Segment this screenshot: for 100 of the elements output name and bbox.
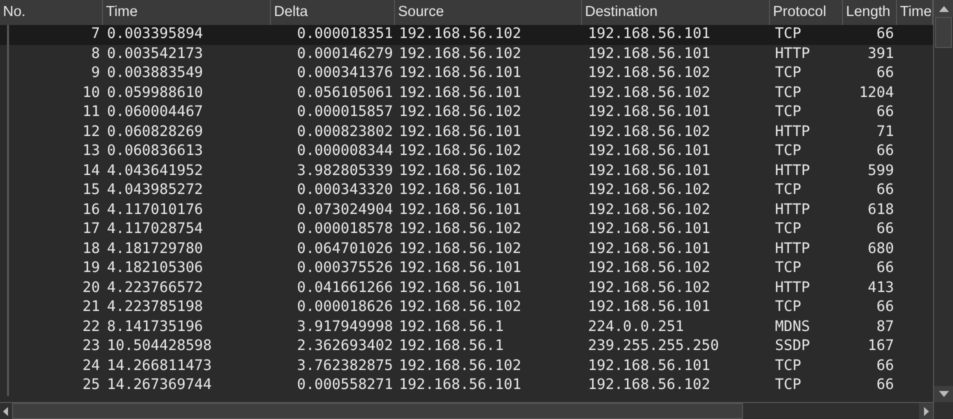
table-cell-text: 4.181729780 — [106, 240, 204, 259]
table-cell-text: 66 — [876, 142, 895, 162]
packet-row[interactable]: 7 0.003395894 0.000018351 192.168.56.102 192.168.56.101 TCP 66 — [0, 25, 933, 44]
table-cell-text: 618 — [866, 200, 895, 220]
horizontal-scrollbar-thumb[interactable] — [12, 403, 743, 419]
table-cell-text: 0.060836613 — [106, 142, 204, 162]
table-cell-text: 0.003542173 — [106, 44, 204, 64]
table-cell-text: 8 — [90, 44, 101, 64]
table-cell-text: SSDP — [774, 337, 811, 356]
table-cell-text: 0.000558271 — [296, 376, 394, 396]
table-cell-text: TCP — [774, 220, 802, 240]
table-cell-text: 23 — [82, 337, 101, 356]
table-cell-text: 18 — [82, 240, 101, 259]
table-cell-text: 0.000375526 — [296, 259, 394, 278]
table-cell-text: 71 — [876, 122, 895, 142]
table-cell-text: TCP — [774, 103, 802, 122]
table-cell-text: 192.168.56.102 — [587, 376, 712, 396]
table-cell-text: 0.000146279 — [296, 44, 394, 64]
table-cell-text: 192.168.56.101 — [587, 162, 712, 181]
table-cell-text: 10.504428598 — [106, 337, 213, 356]
table-cell-text: TCP — [774, 64, 802, 84]
table-cell-text: 192.168.56.102 — [587, 259, 712, 278]
table-cell-text: 87 — [876, 318, 895, 337]
table-cell-text: HTTP — [774, 122, 811, 142]
table-cell-text: HTTP — [774, 44, 811, 64]
table-cell-text: 3.917949998 — [296, 318, 394, 337]
table-cell-text: MDNS — [774, 318, 811, 337]
table-cell-text: 192.168.56.101 — [398, 259, 522, 278]
table-cell-text: TCP — [774, 259, 802, 278]
table-cell-text: 4.043641952 — [106, 162, 204, 181]
table-cell-text: 9 — [90, 64, 101, 84]
table-cell-text: 192.168.56.101 — [587, 25, 712, 44]
table-cell-text: 3.982805339 — [296, 162, 394, 181]
table-cell-text: 192.168.56.102 — [587, 278, 712, 298]
table-cell-text: 192.168.56.101 — [398, 376, 522, 396]
table-cell-text: 192.168.56.102 — [587, 84, 712, 103]
table-cell-text: 0.059988610 — [106, 84, 204, 103]
table-cell-text: 4.223785198 — [106, 298, 204, 318]
table-cell-text: 224.0.0.251 — [587, 318, 686, 337]
table-cell-text: 4.223766572 — [106, 278, 204, 298]
table-cell-text: 0.000018626 — [296, 298, 394, 318]
table-cell-text: 0.000341376 — [296, 64, 394, 84]
table-cell-text: 0.003883549 — [106, 64, 204, 84]
table-cell-text: 7 — [90, 25, 101, 44]
table-cell-text: 10 — [82, 84, 101, 103]
table-cell-text: 192.168.56.102 — [587, 64, 712, 84]
table-cell-text: 0.000015857 — [296, 103, 394, 122]
table-cell-text: 192.168.56.102 — [398, 103, 522, 122]
table-cell-text: 192.168.56.102 — [398, 356, 522, 376]
table-cell-text: 0.000018351 — [296, 25, 394, 44]
table-cell-text: 19 — [82, 259, 101, 278]
table-cell-text: 0.060828269 — [106, 122, 204, 142]
table-cell-text: 0.056105061 — [296, 84, 394, 103]
table-cell-text: 192.168.56.101 — [587, 142, 712, 162]
table-cell-text: 192.168.56.101 — [398, 181, 522, 200]
table-cell-text: 192.168.56.102 — [587, 200, 712, 220]
table-cell-text: 2.362693402 — [296, 337, 394, 356]
table-cell-text: 17 — [82, 220, 101, 240]
table-cell-text: 192.168.56.101 — [398, 122, 522, 142]
vertical-scrollbar-thumb[interactable] — [935, 17, 952, 48]
table-cell-text: 0.000018578 — [296, 220, 394, 240]
table-cell-text: 4.117028754 — [106, 220, 204, 240]
table-cell-text: HTTP — [774, 240, 811, 259]
table-cell-text: 13 — [82, 142, 101, 162]
table-cell-text: 66 — [876, 64, 895, 84]
scroll-up-icon[interactable] — [934, 0, 953, 17]
table-cell-text: 66 — [876, 25, 895, 44]
table-cell-text: 413 — [866, 278, 895, 298]
table-cell-text: 14.267369744 — [106, 376, 213, 396]
table-cell-text: TCP — [774, 376, 802, 396]
table-cell-text: 192.168.56.1 — [398, 318, 505, 337]
table-cell-text: 192.168.56.102 — [587, 181, 712, 200]
table-cell-text: 11 — [82, 103, 101, 122]
table-cell-text: 192.168.56.101 — [398, 64, 522, 84]
table-cell-text: 24 — [82, 356, 101, 376]
table-cell-text: 680 — [866, 240, 895, 259]
table-cell-text: HTTP — [774, 200, 811, 220]
table-cell-text: HTTP — [774, 278, 811, 298]
table-cell-text: 192.168.56.101 — [587, 103, 712, 122]
table-cell-text: 25 — [82, 376, 101, 396]
packet-row[interactable]: 8 0.003542173 0.000146279 192.168.56.102 192.168.56.101 HTTP 391 — [0, 44, 933, 64]
table-cell-text: 167 — [866, 337, 895, 356]
table-cell-text: 8.141735196 — [106, 318, 204, 337]
table-cell-text: 599 — [866, 162, 895, 181]
table-cell-text: TCP — [774, 84, 802, 103]
scroll-right-icon[interactable] — [919, 403, 933, 419]
table-cell-text: 4.182105306 — [106, 259, 204, 278]
table-cell-text: 12 — [82, 122, 101, 142]
table-cell-text: 0.041661266 — [296, 278, 394, 298]
table-cell-text: 0.003395894 — [106, 25, 204, 44]
table-cell-text: TCP — [774, 25, 802, 44]
table-cell-text: 192.168.56.101 — [398, 84, 522, 103]
table-cell-text: 192.168.56.102 — [398, 162, 522, 181]
table-cell-text: 192.168.56.101 — [587, 298, 712, 318]
scroll-down-icon[interactable] — [934, 386, 953, 402]
table-cell-text: 192.168.56.102 — [398, 298, 522, 318]
table-cell-text: 66 — [876, 103, 895, 122]
table-cell-text: 14.266811473 — [106, 356, 213, 376]
table-cell-text: 4.043985272 — [106, 181, 204, 200]
table-cell-text: 3.762382875 — [296, 356, 394, 376]
